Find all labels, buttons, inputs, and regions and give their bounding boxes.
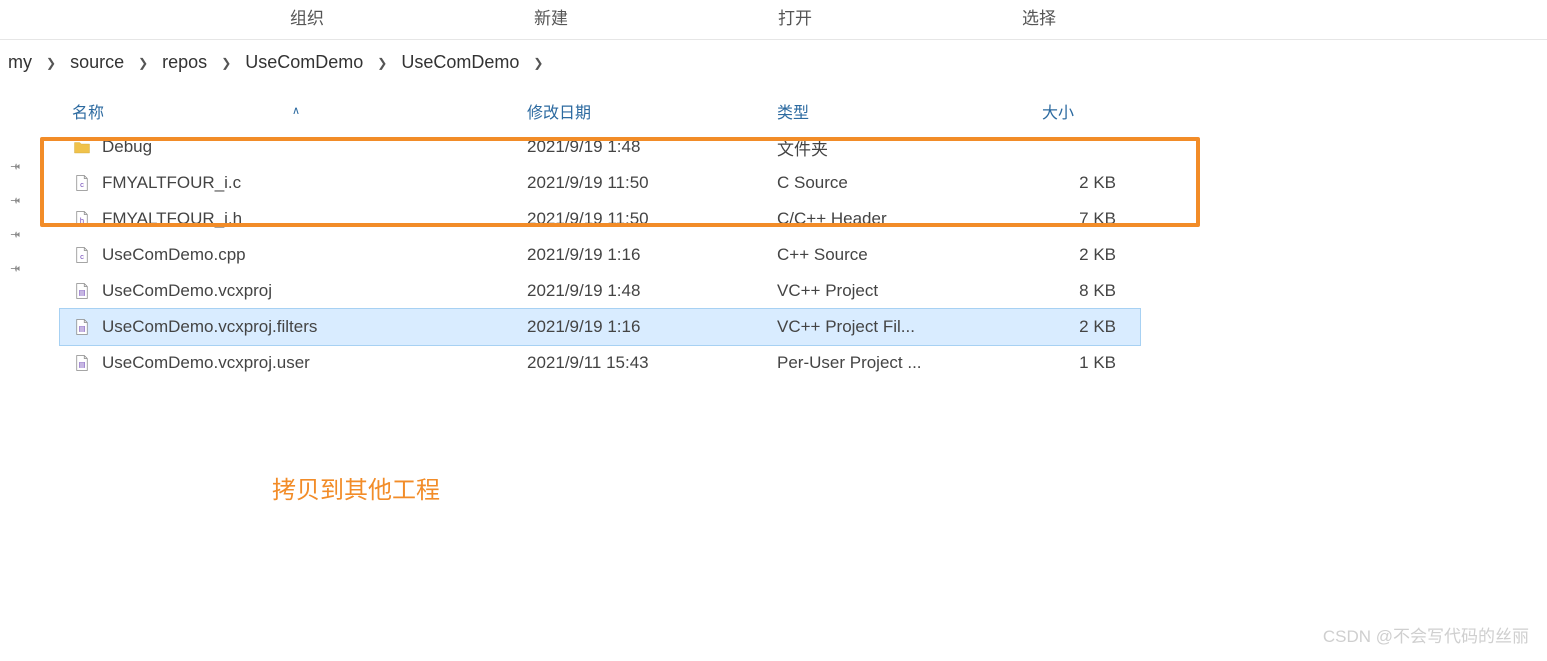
- ribbon-group-organize: 组织: [290, 4, 324, 29]
- table-row[interactable]: Debug 2021/9/19 1:48 文件夹: [60, 129, 1140, 165]
- file-modified: 2021/9/19 1:16: [515, 245, 765, 265]
- file-name: FMYALTFOUR_i.h: [102, 209, 242, 229]
- file-type: C++ Source: [765, 245, 1030, 265]
- col-name-label: 名称: [72, 99, 104, 123]
- chevron-right-icon[interactable]: ❯: [40, 56, 62, 70]
- annotation-text: 拷贝到其他工程: [272, 470, 440, 505]
- svg-text:h: h: [80, 216, 84, 225]
- pin-icon[interactable]: [8, 228, 22, 242]
- chevron-right-icon[interactable]: ❯: [215, 56, 237, 70]
- ribbon-group-new: 新建: [534, 4, 568, 29]
- file-size: 2 KB: [1030, 173, 1130, 193]
- file-list: 名称 ∧ 修改日期 类型 大小 Debug 2021/9/19 1:48 文件夹…: [60, 93, 1140, 381]
- table-row[interactable]: c FMYALTFOUR_i.c 2021/9/19 11:50 C Sourc…: [60, 165, 1140, 201]
- user-icon: ▤: [72, 353, 92, 373]
- cpp-icon: c: [72, 245, 92, 265]
- file-name: UseComDemo.vcxproj.filters: [102, 317, 317, 337]
- vcxproj-icon: ▤: [72, 281, 92, 301]
- svg-text:▤: ▤: [78, 360, 85, 369]
- ribbon-group-select: 选择: [1022, 4, 1056, 29]
- chevron-right-icon[interactable]: ❯: [527, 56, 549, 70]
- file-size: 1 KB: [1030, 353, 1130, 373]
- file-modified: 2021/9/19 1:16: [515, 317, 765, 337]
- file-name: UseComDemo.cpp: [102, 245, 246, 265]
- chevron-right-icon[interactable]: ❯: [371, 56, 393, 70]
- pin-icon[interactable]: [8, 194, 22, 208]
- file-type: VC++ Project Fil...: [765, 317, 1030, 337]
- sort-asc-icon: ∧: [292, 104, 300, 117]
- svg-text:▤: ▤: [78, 288, 85, 297]
- breadcrumb-seg-1[interactable]: source: [66, 50, 128, 75]
- file-modified: 2021/9/19 11:50: [515, 173, 765, 193]
- file-name: UseComDemo.vcxproj.user: [102, 353, 310, 373]
- c-icon: c: [72, 173, 92, 193]
- file-name: FMYALTFOUR_i.c: [102, 173, 241, 193]
- file-type: VC++ Project: [765, 281, 1030, 301]
- breadcrumb[interactable]: my ❯ source ❯ repos ❯ UseComDemo ❯ UseCo…: [0, 39, 1547, 85]
- chevron-right-icon[interactable]: ❯: [132, 56, 154, 70]
- svg-text:▤: ▤: [78, 324, 85, 333]
- watermark: CSDN @不会写代码的丝丽: [1323, 622, 1529, 647]
- svg-text:c: c: [80, 180, 84, 189]
- file-name: Debug: [102, 137, 152, 157]
- file-type: 文件夹: [765, 135, 1030, 160]
- pin-icon[interactable]: [8, 262, 22, 276]
- breadcrumb-seg-0[interactable]: my: [4, 50, 36, 75]
- col-size[interactable]: 大小: [1030, 99, 1130, 123]
- ribbon-group-open: 打开: [778, 4, 812, 29]
- h-icon: h: [72, 209, 92, 229]
- file-modified: 2021/9/19 1:48: [515, 281, 765, 301]
- breadcrumb-seg-2[interactable]: repos: [158, 50, 211, 75]
- file-modified: 2021/9/19 11:50: [515, 209, 765, 229]
- file-modified: 2021/9/11 15:43: [515, 353, 765, 373]
- file-size: 2 KB: [1030, 245, 1130, 265]
- file-modified: 2021/9/19 1:48: [515, 137, 765, 157]
- table-row[interactable]: h FMYALTFOUR_i.h 2021/9/19 11:50 C/C++ H…: [60, 201, 1140, 237]
- file-type: C Source: [765, 173, 1030, 193]
- column-headers: 名称 ∧ 修改日期 类型 大小: [60, 93, 1140, 129]
- file-size: 8 KB: [1030, 281, 1130, 301]
- quick-access-strip: [0, 160, 30, 276]
- table-row[interactable]: c UseComDemo.cpp 2021/9/19 1:16 C++ Sour…: [60, 237, 1140, 273]
- table-row[interactable]: ▤ UseComDemo.vcxproj 2021/9/19 1:48 VC++…: [60, 273, 1140, 309]
- col-type[interactable]: 类型: [765, 99, 1030, 123]
- breadcrumb-seg-4[interactable]: UseComDemo: [397, 50, 523, 75]
- svg-text:c: c: [80, 252, 84, 261]
- table-row[interactable]: ▤ UseComDemo.vcxproj.user 2021/9/11 15:4…: [60, 345, 1140, 381]
- col-name[interactable]: 名称 ∧: [60, 99, 515, 123]
- col-modified[interactable]: 修改日期: [515, 99, 765, 123]
- file-size: 7 KB: [1030, 209, 1130, 229]
- file-size: 2 KB: [1030, 317, 1130, 337]
- folder-icon: [72, 137, 92, 157]
- breadcrumb-seg-3[interactable]: UseComDemo: [241, 50, 367, 75]
- filters-icon: ▤: [72, 317, 92, 337]
- file-type: C/C++ Header: [765, 209, 1030, 229]
- file-type: Per-User Project ...: [765, 353, 1030, 373]
- ribbon-group-labels: 组织 新建 打开 选择: [0, 0, 1547, 39]
- file-name: UseComDemo.vcxproj: [102, 281, 272, 301]
- table-row[interactable]: ▤ UseComDemo.vcxproj.filters 2021/9/19 1…: [60, 309, 1140, 345]
- pin-icon[interactable]: [8, 160, 22, 174]
